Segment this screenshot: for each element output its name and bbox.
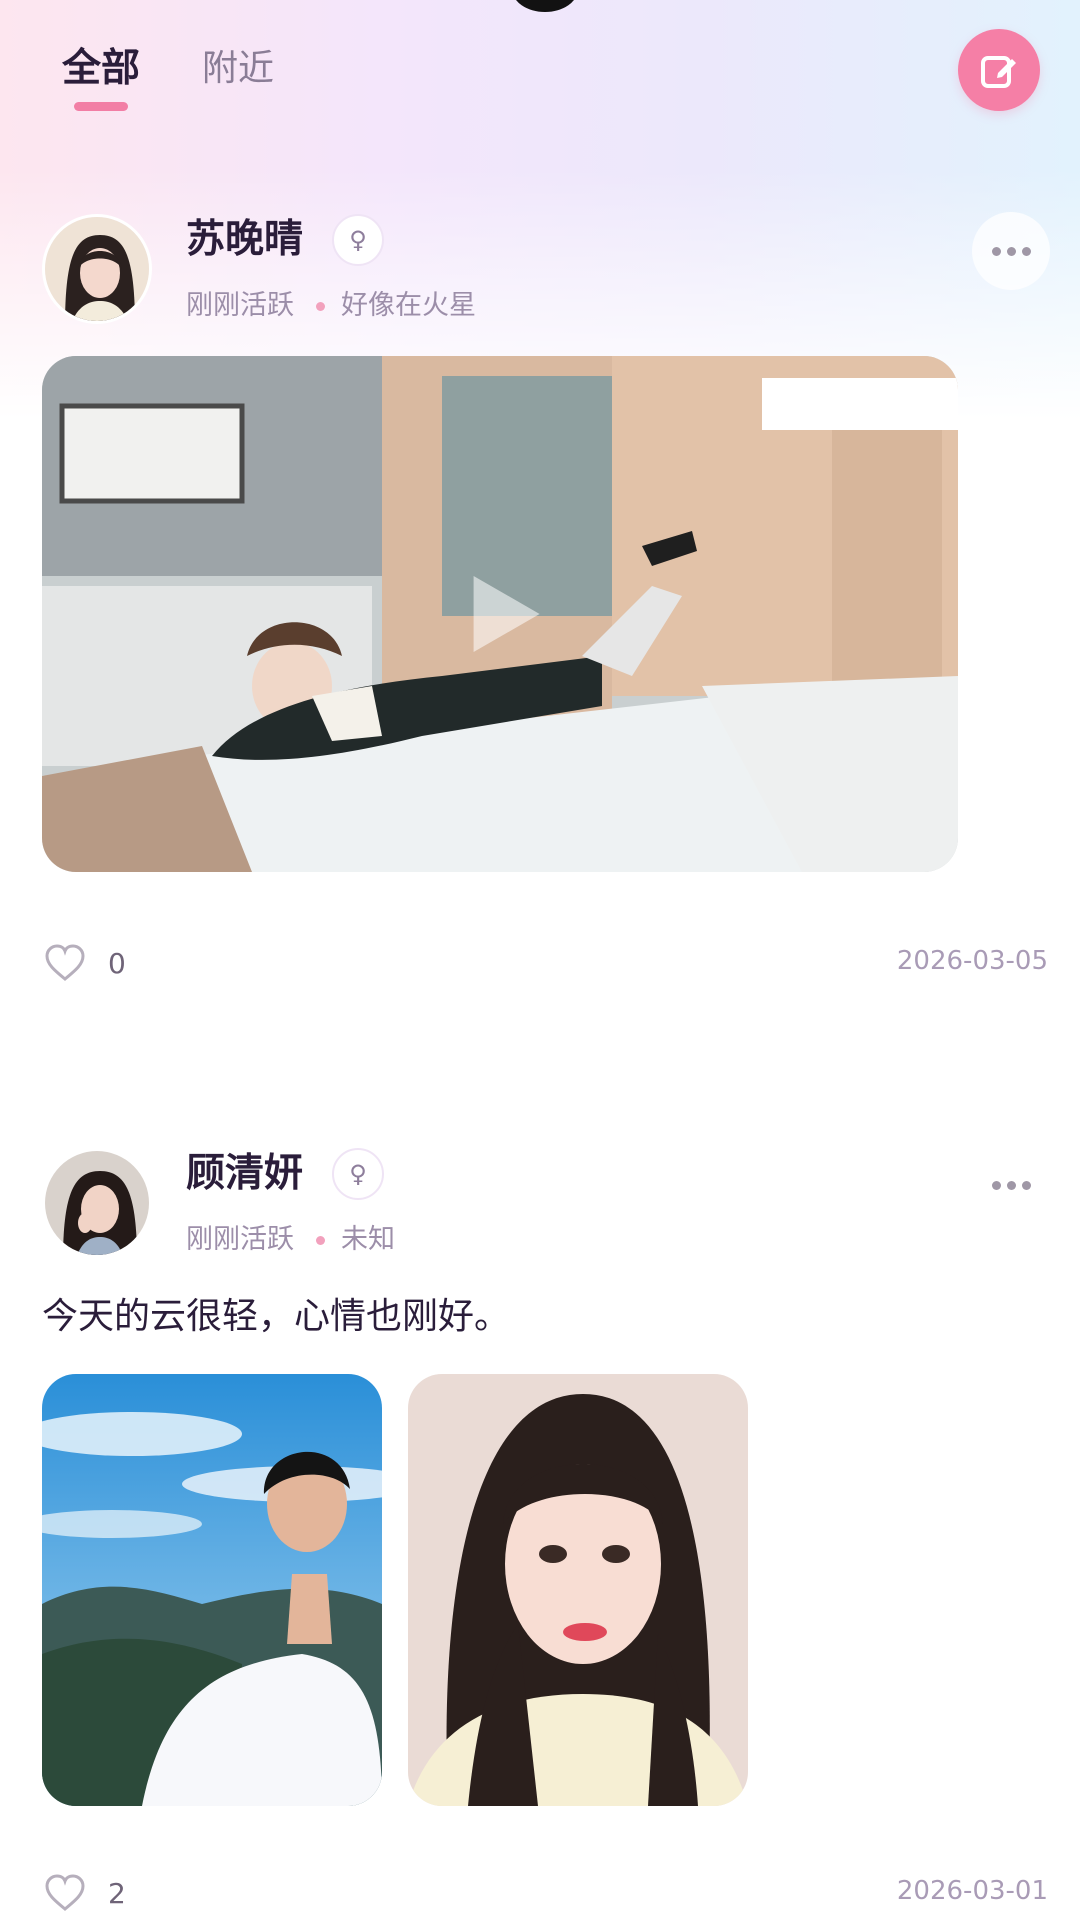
separator-dot	[316, 1235, 325, 1245]
avatar-image	[45, 1151, 149, 1255]
username[interactable]: 顾清妍	[186, 1148, 303, 1200]
feed-page: 全部 附近 苏晚晴 ♀ 刚刚活跃 好像在火星 0 2026-03-05 顾清妍 …	[0, 0, 1080, 1920]
photo-woman-portrait	[408, 1374, 748, 1806]
post-image-2[interactable]	[408, 1374, 748, 1806]
like-count: 2	[108, 1876, 126, 1910]
more-icon-dot	[991, 1180, 1001, 1190]
heart-icon[interactable]	[44, 1874, 86, 1912]
post-image-1[interactable]	[42, 1374, 382, 1806]
post-text: 今天的云很轻，心情也刚好。	[42, 1296, 511, 1337]
more-options-button[interactable]	[972, 1146, 1050, 1224]
more-icon-dot	[1006, 1180, 1016, 1190]
photo-man-mountain	[42, 1374, 382, 1806]
location-text: 未知	[341, 1224, 395, 1255]
post-date: 2026-03-01	[896, 1876, 1048, 1906]
more-icon-dot	[1021, 1180, 1031, 1190]
avatar[interactable]	[42, 1148, 152, 1258]
user-meta: 刚刚活跃 未知	[186, 1222, 395, 1258]
active-status: 刚刚活跃	[186, 1224, 294, 1255]
gender-female-icon: ♀	[332, 1148, 384, 1200]
like-control[interactable]: 2	[44, 1874, 126, 1912]
post-card-2[interactable]: 顾清妍 ♀ 刚刚活跃 未知 今天的云很轻，心情也刚好。 2 2026-03-01	[0, 0, 1080, 1920]
